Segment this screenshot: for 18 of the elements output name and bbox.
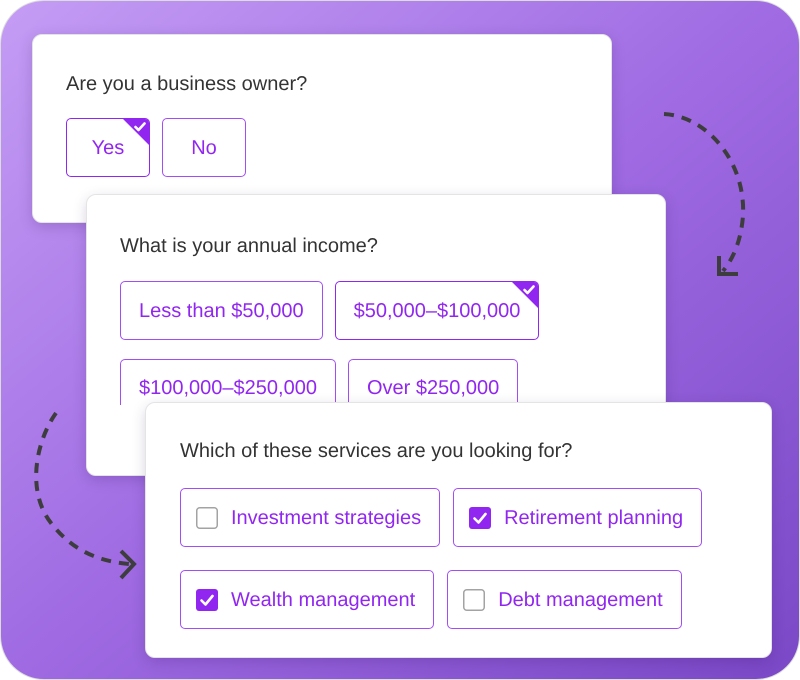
checkbox[interactable] <box>196 588 218 610</box>
option-button[interactable]: $100,000–$250,000 <box>120 359 336 405</box>
checkbox[interactable] <box>469 506 492 528</box>
question-text: What is your annual income? <box>120 234 378 259</box>
question-text: Are you a business owner? <box>66 72 308 97</box>
checkbox-option[interactable]: Retirement planning <box>453 488 702 547</box>
question-text: Which of these services are you looking for? <box>180 439 572 464</box>
option-button[interactable]: Yes <box>66 118 150 177</box>
checkbox-option[interactable]: Investment strategies <box>180 488 440 547</box>
option-button[interactable]: Over $250,000 <box>348 359 518 405</box>
checkbox-option[interactable]: Wealth management <box>180 570 434 629</box>
option-button[interactable]: $50,000–$100,000 <box>334 281 540 340</box>
option-button[interactable]: Less than $50,000 <box>120 281 323 340</box>
checkbox-option[interactable]: Debt management <box>447 570 682 629</box>
option-button[interactable]: No <box>162 118 246 177</box>
checkbox[interactable] <box>463 588 486 610</box>
checkbox[interactable] <box>196 506 218 528</box>
corner-check-icon <box>123 119 149 145</box>
